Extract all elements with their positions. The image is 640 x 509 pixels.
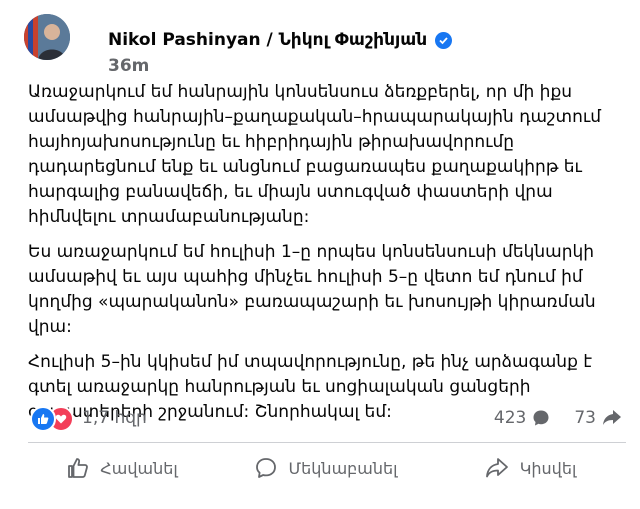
reaction-icons[interactable] <box>30 406 76 432</box>
like-button[interactable]: Հավանել <box>20 448 224 488</box>
post-actions: Հավանել Մեկնաբանել Կիսվել <box>20 448 632 488</box>
post-paragraph: Ես առաջարկում եմ հուլիսի 1–ը որպես կոնսե… <box>28 242 596 337</box>
comment-count[interactable]: 423 <box>494 408 526 428</box>
author-name-text[interactable]: Nikol Pashinyan / Նիկոլ Փաշինյան <box>108 30 427 50</box>
comment-label: Մեկնաբանել <box>288 458 398 478</box>
comment-button[interactable]: Մեկնաբանել <box>224 448 428 488</box>
reactions-bar: 1,7 հզր 423 73 <box>28 402 628 436</box>
post-timestamp[interactable]: 36m <box>108 56 149 76</box>
author-name[interactable]: Nikol Pashinyan / Նիկոլ Փաշինյան <box>108 30 453 50</box>
divider <box>28 442 626 443</box>
share-count[interactable]: 73 <box>574 408 596 428</box>
like-label: Հավանել <box>100 458 178 478</box>
engagement-counts: 423 73 <box>494 408 622 428</box>
comment-icon <box>532 409 550 427</box>
post-paragraph: Առաջարկում եմ հանրային կոնսենսուս ձեռքբե… <box>28 82 602 227</box>
share-icon <box>602 409 622 427</box>
comment-bubble-icon <box>254 456 278 480</box>
share-button[interactable]: Կիսվել <box>428 448 632 488</box>
reaction-count[interactable]: 1,7 հզր <box>82 408 147 428</box>
share-arrow-icon <box>484 456 510 480</box>
post-body: Առաջարկում եմ հանրային կոնսենսուս ձեռքբե… <box>28 80 618 435</box>
verified-badge-icon <box>435 31 453 49</box>
share-label: Կիսվել <box>519 458 577 478</box>
avatar[interactable] <box>24 14 70 60</box>
like-icon <box>30 406 56 432</box>
thumbs-up-icon <box>66 456 90 480</box>
